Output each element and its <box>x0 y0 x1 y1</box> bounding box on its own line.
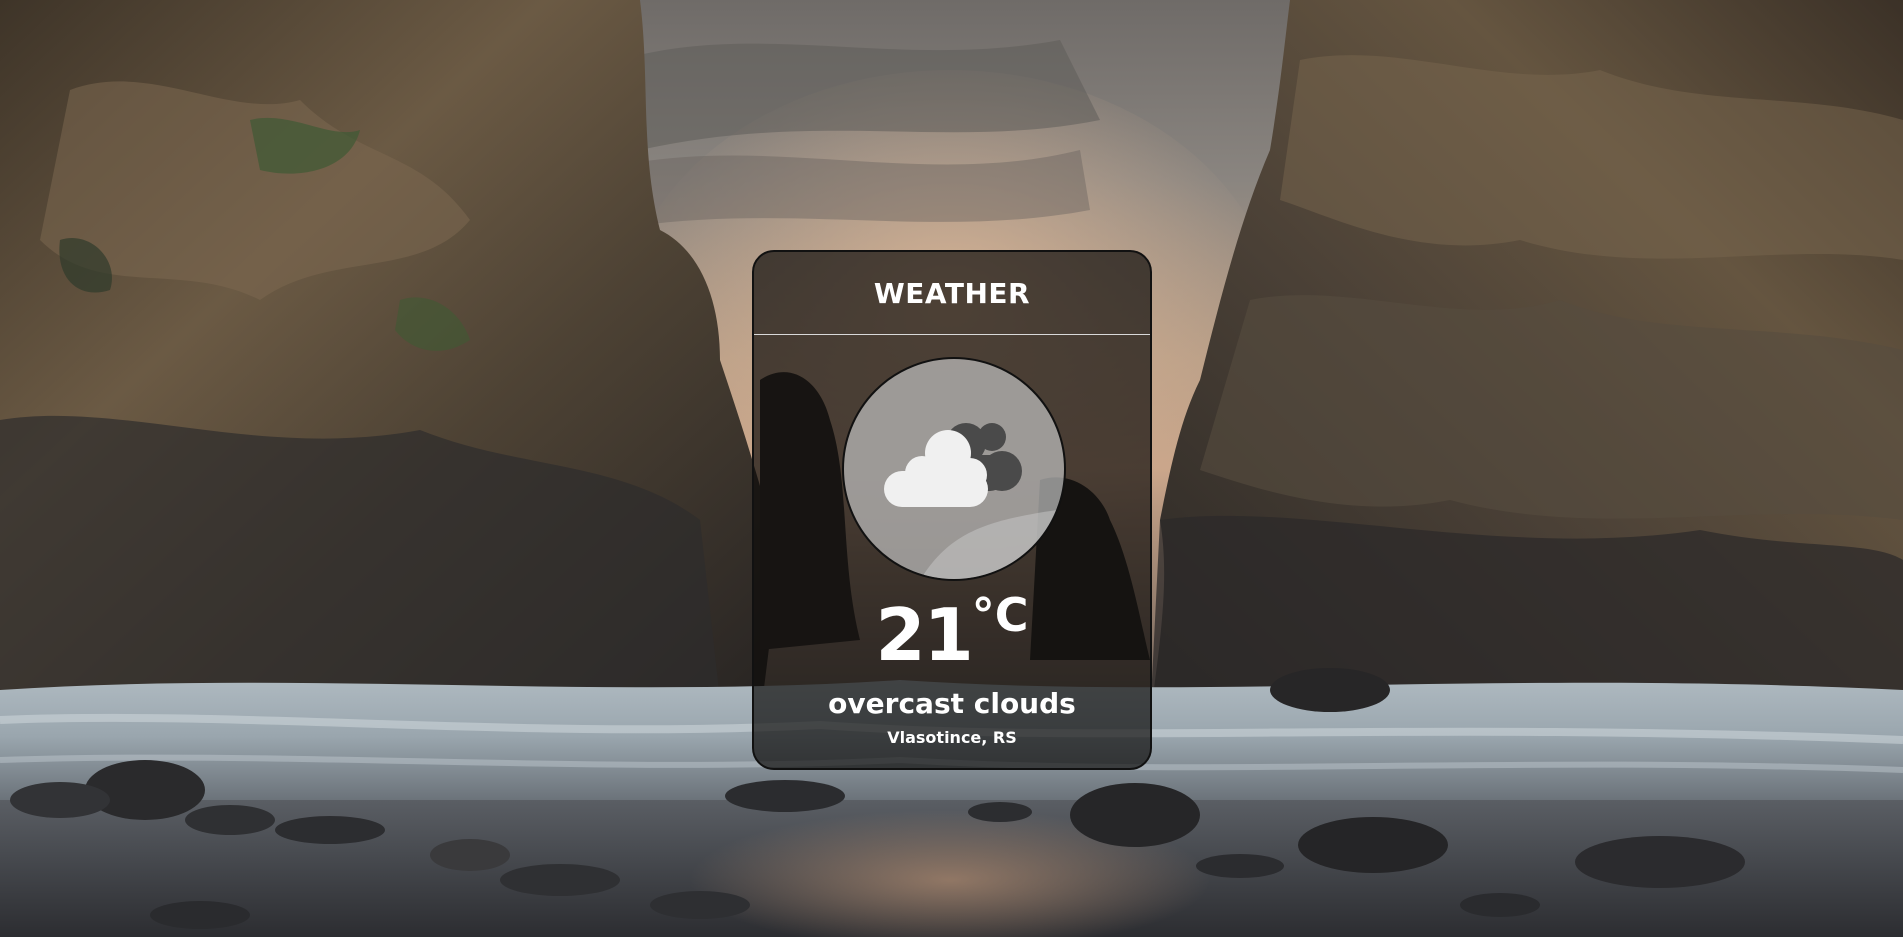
overcast-clouds-icon <box>884 423 1064 579</box>
weather-card: WEATHER 21°C overcast clouds Vlasotince,… <box>752 250 1152 770</box>
temperature: 21°C <box>754 588 1150 680</box>
weather-description: overcast clouds <box>828 687 1076 720</box>
temperature-unit: °C <box>971 588 1029 642</box>
widget-title: WEATHER <box>873 276 1031 310</box>
temperature-value: 21 <box>875 593 974 677</box>
weather-icon-circle <box>842 357 1066 581</box>
weather-location: Vlasotince, RS <box>887 728 1017 747</box>
card-header: WEATHER <box>754 252 1150 335</box>
